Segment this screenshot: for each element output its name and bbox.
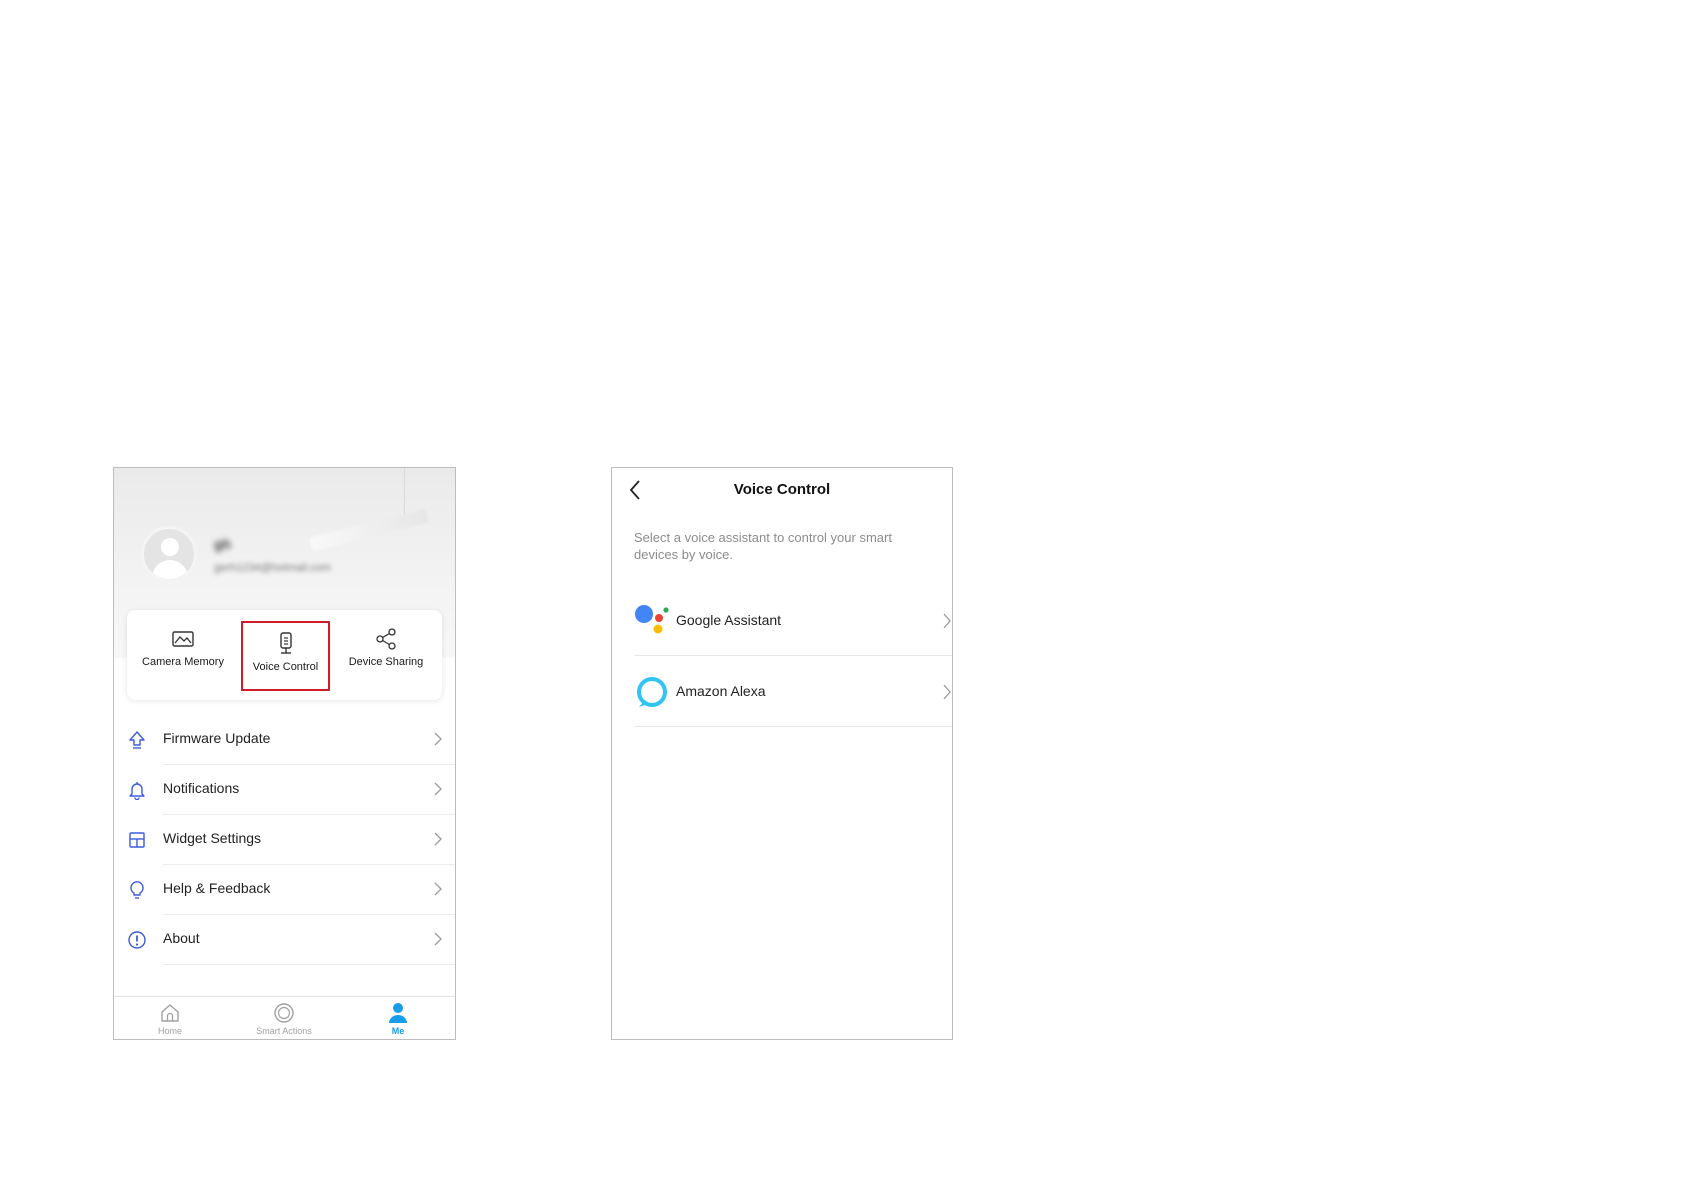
camera-memory-button[interactable]: Camera Memory	[135, 618, 231, 690]
bell-icon	[129, 782, 145, 800]
speaker-icon	[279, 632, 292, 654]
info-icon	[128, 931, 146, 949]
person-icon	[389, 1003, 407, 1023]
chevron-right-icon	[434, 932, 442, 946]
page-description: Select a voice assistant to control your…	[634, 530, 892, 562]
tab-me[interactable]: Me	[348, 1001, 448, 1036]
voice-control-label: Voice Control	[252, 661, 319, 673]
chevron-right-icon	[434, 732, 442, 746]
tab-label: Me	[391, 1026, 405, 1036]
home-icon	[161, 1004, 179, 1022]
assistant-label: Amazon Alexa	[676, 683, 766, 699]
tab-label: Home	[157, 1026, 182, 1036]
upload-arrow-icon	[129, 731, 145, 749]
circle-icon	[274, 1003, 294, 1023]
voice-assistant-list: Google Assistant Amazon Alexa	[634, 585, 952, 727]
user-name: gh	[214, 536, 232, 552]
menu-label: Widget Settings	[163, 830, 262, 846]
chevron-right-icon	[434, 782, 442, 796]
quick-actions-card: Camera Memory Voice Control Device Shari…	[127, 610, 442, 700]
menu-label: Notifications	[163, 780, 240, 796]
tab-smart-actions[interactable]: Smart Actions	[234, 1001, 334, 1036]
me-screen: gh gerh1234@hotmail.com Camera Memory Vo…	[113, 467, 456, 1040]
device-sharing-button[interactable]: Device Sharing	[338, 618, 434, 690]
assistant-label: Google Assistant	[676, 612, 782, 628]
camera-memory-label: Camera Memory	[142, 656, 224, 668]
page-title: Voice Control	[733, 481, 831, 498]
bulb-icon	[130, 881, 144, 899]
tab-label: Smart Actions	[256, 1026, 312, 1036]
settings-menu: Firmware Update Notifications Widget Set…	[127, 715, 455, 965]
background-lamp-wire	[404, 468, 405, 518]
menu-item-help-feedback[interactable]: Help & Feedback	[130, 865, 455, 915]
picture-icon	[172, 631, 194, 647]
voice-control-button[interactable]: Voice Control	[241, 621, 330, 691]
share-icon	[376, 628, 396, 650]
device-sharing-label: Device Sharing	[348, 656, 424, 668]
menu-label: About	[163, 930, 200, 946]
avatar-body	[152, 560, 188, 579]
menu-item-about[interactable]: About	[128, 915, 455, 965]
avatar-head	[161, 538, 179, 556]
voice-control-screen: Voice Control Select a voice assistant t…	[611, 467, 953, 1040]
navigation-bar: Voice Control	[612, 468, 952, 512]
menu-item-widget-settings[interactable]: Widget Settings	[129, 815, 455, 865]
menu-item-notifications[interactable]: Notifications	[129, 765, 455, 815]
list-item-google-assistant[interactable]: Google Assistant	[634, 585, 952, 656]
chevron-right-icon	[943, 684, 951, 700]
alexa-icon	[637, 677, 667, 707]
user-email: gerh1234@hotmail.com	[214, 562, 331, 574]
google-assistant-icon	[635, 605, 669, 634]
chevron-right-icon	[434, 832, 442, 846]
list-item-amazon-alexa[interactable]: Amazon Alexa	[634, 656, 952, 727]
chevron-right-icon	[434, 882, 442, 896]
background-lamp	[309, 508, 429, 552]
bottom-tab-bar: Home Smart Actions Me	[114, 996, 455, 1039]
menu-item-firmware-update[interactable]: Firmware Update	[129, 715, 455, 765]
avatar[interactable]	[141, 526, 197, 582]
widget-icon	[129, 832, 145, 848]
chevron-right-icon	[943, 613, 951, 629]
menu-label: Help & Feedback	[163, 880, 271, 896]
menu-label: Firmware Update	[163, 730, 271, 746]
tab-home[interactable]: Home	[120, 1001, 220, 1036]
